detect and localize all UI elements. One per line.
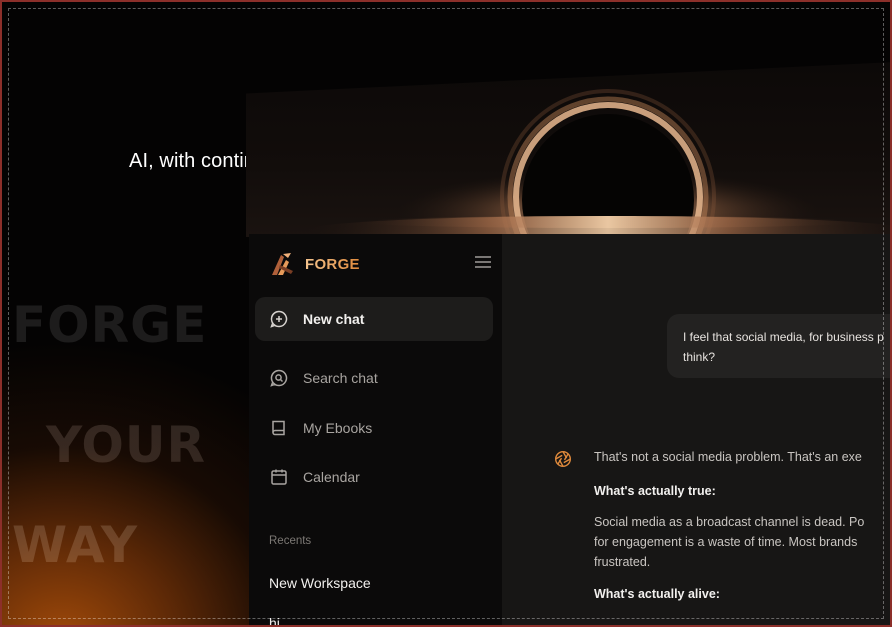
sidebar-item-search-chat[interactable]: Search chat bbox=[269, 368, 378, 388]
sidebar-item-label: Search chat bbox=[303, 370, 378, 386]
search-chat-icon bbox=[270, 369, 288, 387]
assistant-intro: That's not a social media problem. That'… bbox=[594, 450, 862, 464]
assistant-paragraph-line: frustrated. bbox=[594, 555, 651, 569]
hamburger-menu-icon[interactable] bbox=[475, 256, 491, 268]
user-message-line: I feel that social media, for business p bbox=[683, 330, 884, 344]
book-icon bbox=[272, 420, 285, 436]
brand-name: FORGE bbox=[305, 255, 360, 273]
assistant-heading: What's actually true: bbox=[594, 484, 716, 498]
background-word-your: YOUR bbox=[46, 416, 207, 474]
assistant-paragraph-line: Social media as a broadcast channel is d… bbox=[594, 515, 865, 529]
calendar-icon bbox=[271, 469, 287, 485]
new-chat-label: New chat bbox=[303, 311, 365, 327]
assistant-message: That's not a social media problem. That'… bbox=[594, 447, 890, 615]
sidebar-item-label: My Ebooks bbox=[303, 420, 373, 436]
recent-item-hi[interactable]: hi bbox=[269, 615, 280, 625]
landing-frame: FORGE YOUR WAY AI, with continuity FORGE… bbox=[0, 0, 892, 627]
assistant-paragraph: Social media as a broadcast channel is d… bbox=[594, 512, 890, 572]
assistant-aperture-icon bbox=[554, 450, 572, 468]
hero-black-hole-image bbox=[246, 62, 890, 237]
app-window: FORGE New chat Search chat My Ebooks Cal… bbox=[249, 234, 890, 625]
forge-logo-icon bbox=[272, 253, 293, 275]
assistant-paragraph-line: for engagement is a waste of time. Most … bbox=[594, 535, 858, 549]
recent-item-new-workspace[interactable]: New Workspace bbox=[269, 575, 371, 591]
chat-plus-icon bbox=[270, 310, 288, 328]
recents-heading: Recents bbox=[269, 535, 312, 547]
brand[interactable]: FORGE bbox=[269, 251, 360, 277]
sidebar-item-label: Calendar bbox=[303, 469, 360, 485]
assistant-heading: What's actually alive: bbox=[594, 587, 720, 601]
user-message-bubble: I feel that social media, for business p… bbox=[667, 314, 890, 378]
sidebar-item-calendar[interactable]: Calendar bbox=[269, 467, 360, 487]
sidebar-item-my-ebooks[interactable]: My Ebooks bbox=[269, 418, 372, 438]
user-message-line: think? bbox=[683, 350, 716, 364]
background-word-forge: FORGE bbox=[12, 296, 208, 354]
chat-panel: I feel that social media, for business p… bbox=[502, 234, 890, 625]
background-word-way: WAY bbox=[12, 516, 139, 574]
sidebar: FORGE New chat Search chat My Ebooks Cal… bbox=[249, 234, 502, 625]
new-chat-button[interactable]: New chat bbox=[255, 297, 493, 341]
